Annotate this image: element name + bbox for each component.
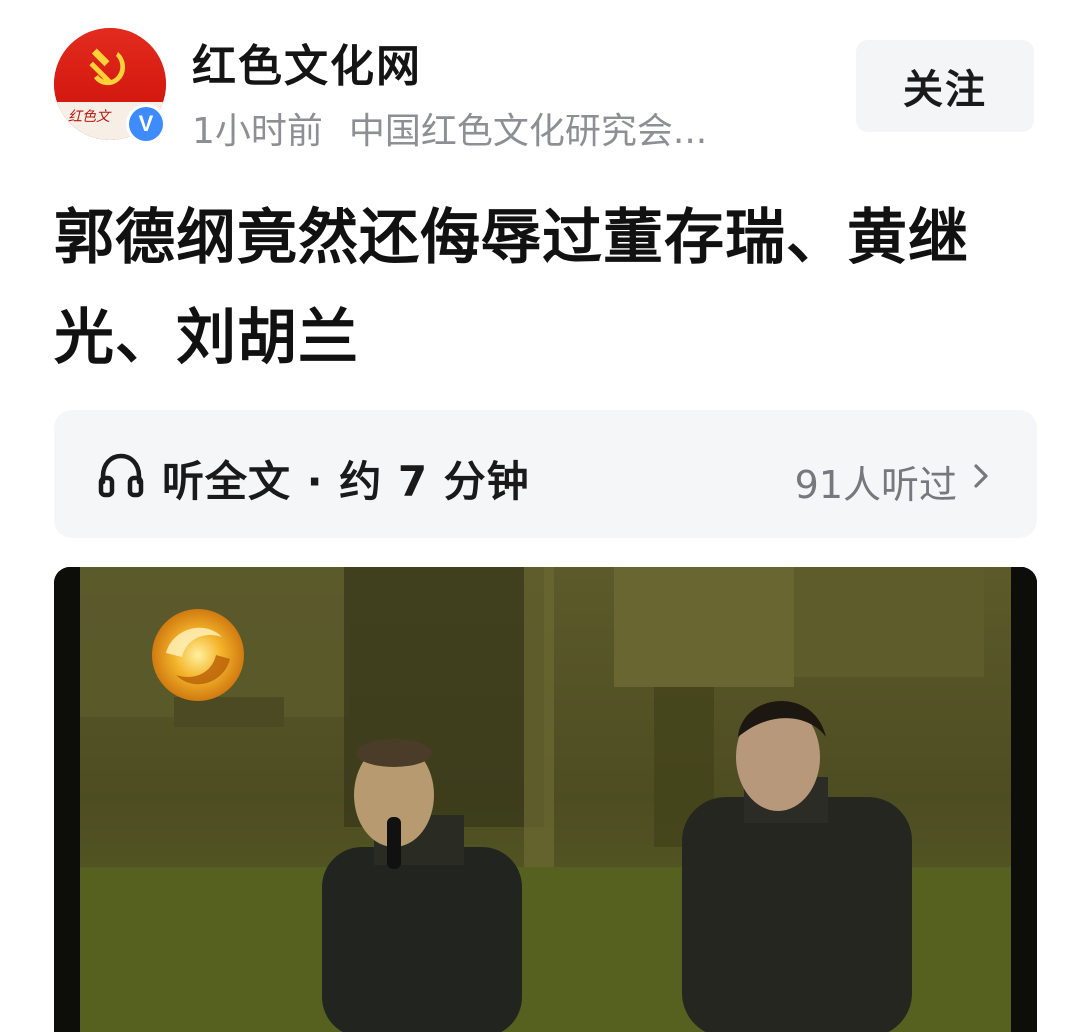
- avatar-signature: 红色文: [68, 109, 110, 125]
- listen-full-text-bar[interactable]: 听全文 · 约 7 分钟 91人听过: [54, 410, 1037, 538]
- article-title: 郭德纲竟然还侮辱过董存瑞、黄继光、刘胡兰: [54, 203, 969, 373]
- listen-label: 听全文 · 约 7 分钟: [162, 457, 530, 506]
- post-source: 中国红色文化研究会...: [348, 111, 708, 152]
- phoenix-logo-icon: [152, 609, 244, 701]
- hammer-sickle-icon: [89, 48, 126, 86]
- verified-icon: V: [129, 107, 163, 141]
- post-time: 1小时前: [192, 111, 323, 152]
- post-meta: 1小时前 中国红色文化研究会...: [192, 102, 707, 154]
- listeners-count: 91人听过: [794, 463, 957, 507]
- video-frame: [54, 567, 1037, 1032]
- account-name[interactable]: 红色文化网: [192, 30, 422, 94]
- verified-badge: V: [126, 104, 166, 144]
- headphones-icon: [98, 453, 144, 498]
- article-video[interactable]: [54, 567, 1037, 1032]
- chevron-right-icon: [974, 464, 988, 488]
- follow-button[interactable]: 关注: [856, 40, 1034, 132]
